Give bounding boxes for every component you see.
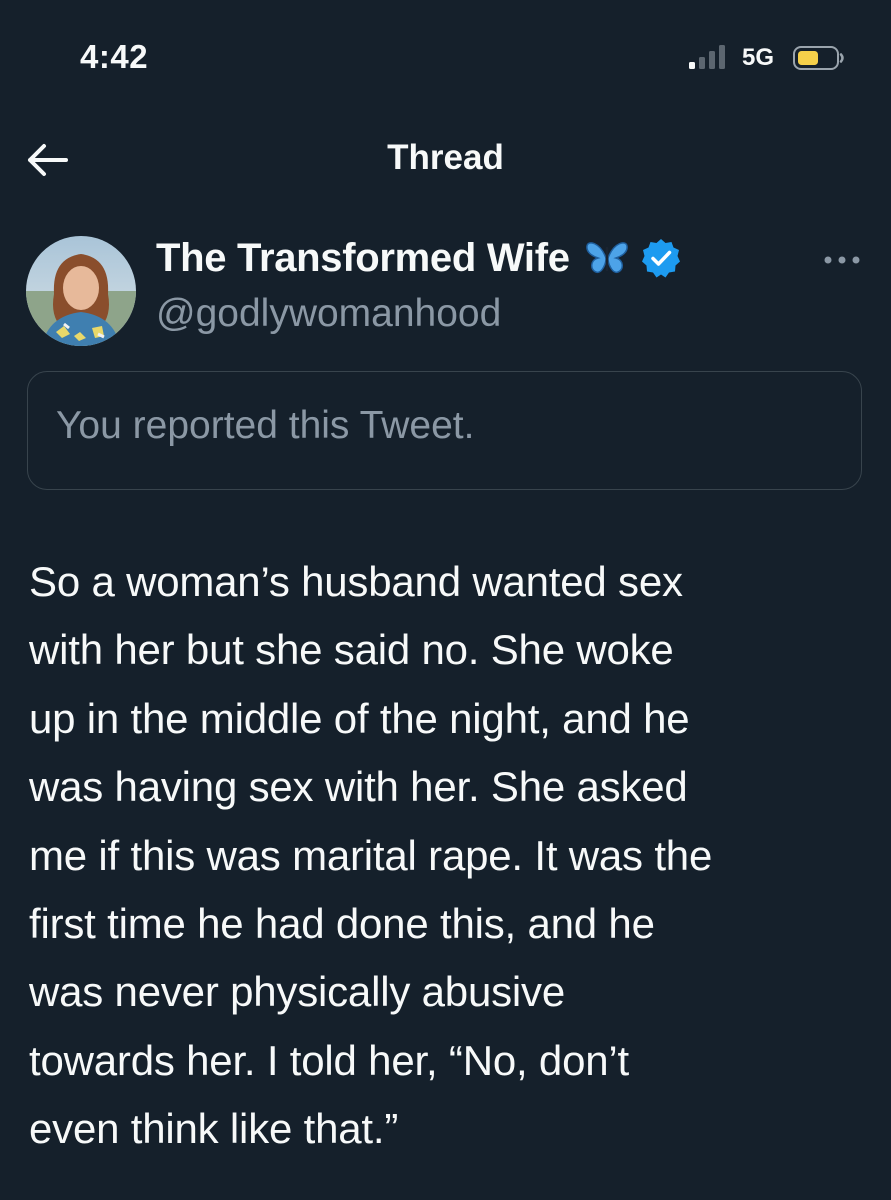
author-handle[interactable]: @godlywomanhood: [156, 292, 501, 336]
tweet-text-line: even think like that.”: [29, 1105, 399, 1153]
author-name-row: The Transformed Wife: [156, 232, 682, 284]
verified-badge-icon: [641, 239, 680, 278]
tweet-text-line: me if this was marital rape. It was the: [29, 831, 713, 879]
reported-tweet-notice: You reported this Tweet.: [27, 371, 862, 490]
tweet-text-line: was never physically abusive: [29, 968, 565, 1016]
tweet-text-line: was having sex with her. She asked: [29, 763, 688, 811]
more-options-icon[interactable]: [818, 247, 866, 273]
report-notice-text: You reported this Tweet.: [56, 404, 475, 447]
butterfly-icon: [585, 242, 628, 274]
tweet-text-line: up in the middle of the night, and he: [29, 694, 690, 742]
tweet-text-line: with her but she said no. She woke: [29, 626, 674, 674]
battery-icon: [793, 46, 844, 70]
status-time: 4:42: [80, 38, 149, 75]
avatar-photo-icon: [26, 236, 136, 346]
tweet-text-line: So a woman’s husband wanted sex: [29, 558, 683, 605]
navigation-bar: Thread: [0, 120, 891, 200]
page-title: Thread: [387, 138, 504, 177]
network-type: 5G: [742, 44, 775, 71]
cellular-signal-icon: [689, 45, 725, 69]
author-name[interactable]: The Transformed Wife: [156, 236, 570, 281]
tweet-text-line: first time he had done this, and he: [29, 900, 655, 948]
tweet-text: So a woman’s husband wanted sex with her…: [29, 548, 874, 1164]
tweet-text-line: towards her. I told her, “No, don’t: [29, 1036, 629, 1084]
status-bar: 4:42 5G: [0, 0, 891, 110]
author-avatar[interactable]: [26, 236, 136, 346]
